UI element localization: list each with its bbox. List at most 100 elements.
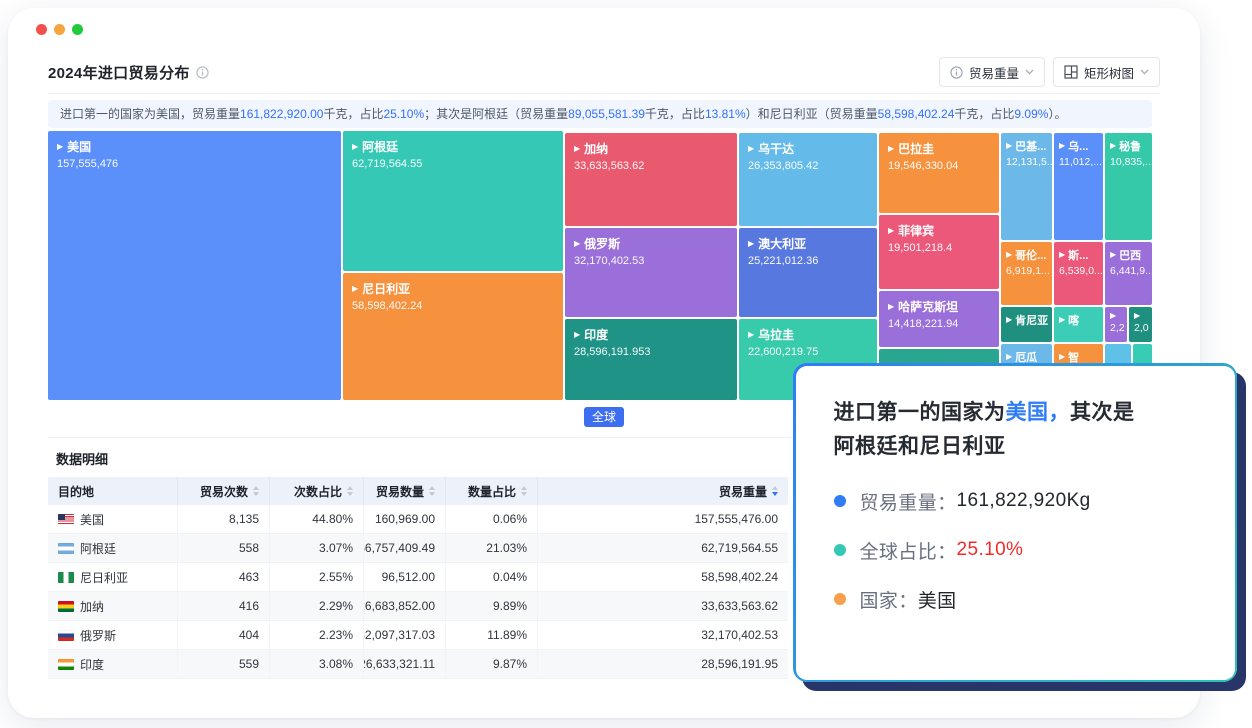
- treemap-cell-乌...[interactable]: ▶乌...11,012,...: [1054, 133, 1103, 240]
- treemap-cell-label: ▶巴拉圭: [888, 140, 990, 157]
- sort-icon: [253, 486, 259, 496]
- table-row-俄罗斯: 俄罗斯4042.23%32,097,317.0311.89%32,170,402…: [48, 621, 788, 650]
- treemap-cell-加纳[interactable]: ▶加纳33,633,563.62: [565, 133, 737, 226]
- treemap-cell-哈萨克斯坦[interactable]: ▶哈萨克斯坦14,418,221.94: [879, 291, 999, 347]
- treemap-cell-俄罗斯[interactable]: ▶俄罗斯32,170,402.53: [565, 228, 737, 317]
- treemap-cell-印度[interactable]: ▶印度28,596,191.953: [565, 319, 737, 400]
- country-name: 菲律宾: [898, 222, 934, 239]
- country-name: 乌拉圭: [758, 326, 794, 343]
- treemap-cell-value: 19,501,218.4: [888, 242, 990, 254]
- expand-arrow-icon: ▶: [1134, 312, 1140, 320]
- country-name: 喀: [1068, 312, 1079, 328]
- country-name: 尼日利亚: [362, 280, 410, 297]
- treemap-cell-label: ▶乌拉圭: [748, 326, 868, 343]
- tooltip-card: 进口第一的国家为美国，其次是阿根廷和尼日利亚 贸易重量：161,822,920K…: [793, 363, 1237, 682]
- treemap-cell-value: 10,835,...: [1110, 156, 1147, 168]
- treemap-cell-菲律宾[interactable]: ▶ 菲律宾 19,501,218.4: [879, 215, 999, 289]
- treemap-cell-乌干达[interactable]: ▶乌干达26,353,805.42: [739, 133, 877, 226]
- treemap-cell-label: ▶肯尼亚: [1006, 312, 1047, 328]
- sort-asc-arrow: [253, 486, 259, 490]
- info-icon[interactable]: [196, 66, 209, 79]
- treemap-cell-阿根廷[interactable]: ▶阿根廷62,719,564.55: [343, 131, 563, 271]
- treemap-cell-斯...[interactable]: ▶斯...6,539,0...: [1054, 242, 1103, 305]
- tooltip-item-label: 国家：: [860, 586, 918, 613]
- tooltip-item: 全球占比：25.10%: [834, 537, 1197, 564]
- sort-desc-arrow: [772, 492, 778, 496]
- flag-gh-icon: [58, 601, 74, 612]
- country-name: 巴基...: [1015, 138, 1046, 154]
- treemap-cell-label: ▶秘鲁: [1110, 138, 1147, 154]
- country-cell: 尼日利亚: [48, 563, 178, 591]
- treemap-cell-巴基...[interactable]: ▶巴基...12,131,5...: [1001, 133, 1052, 240]
- sort-icon: [429, 486, 435, 496]
- bullet-dot-icon: [834, 593, 846, 605]
- expand-arrow-icon: ▶: [1059, 142, 1065, 150]
- country-name: 乌...: [1068, 138, 1088, 154]
- table-row-尼日利亚: 尼日利亚4632.55%96,512.000.04%58,598,402.24: [48, 563, 788, 592]
- summary-highlight: 89,055,581.39: [568, 107, 645, 121]
- treemap-cell[interactable]: ▶2,2: [1105, 307, 1127, 342]
- table-body: 美国8,13544.80%160,969.000.06%157,555,476.…: [48, 505, 788, 679]
- column-header-次数占比[interactable]: 次数占比: [270, 477, 364, 505]
- treemap-cell-巴拉圭[interactable]: ▶巴拉圭 19,546,330.04: [879, 133, 999, 213]
- country-name: 阿根廷: [80, 540, 116, 557]
- expand-arrow-icon: ▶: [57, 143, 63, 151]
- treemap-cell-美国[interactable]: ▶美国157,555,476: [48, 131, 341, 400]
- table-cell: 559: [178, 650, 270, 678]
- sort-desc-arrow: [253, 492, 259, 496]
- treemap-cell-澳大利亚[interactable]: ▶澳大利亚25,221,012.36: [739, 228, 877, 317]
- sort-desc-arrow: [429, 492, 435, 496]
- treemap-cell-label: ▶俄罗斯: [574, 235, 728, 252]
- sort-asc-arrow: [521, 486, 527, 490]
- country-name: 阿根廷: [362, 138, 398, 155]
- tooltip-item-label: 全球占比：: [860, 537, 957, 564]
- treemap-cell-label: ▶加纳: [574, 140, 728, 157]
- country-cell: 俄罗斯: [48, 621, 178, 649]
- minimize-window-button[interactable]: [54, 24, 65, 35]
- chart-type-select[interactable]: 矩形树图: [1053, 57, 1160, 87]
- column-label: 目的地: [58, 483, 94, 500]
- flag-us-icon: [58, 514, 74, 525]
- country-cell: 美国: [48, 505, 178, 533]
- table-row-美国: 美国8,13544.80%160,969.000.06%157,555,476.…: [48, 505, 788, 534]
- table-cell: 11.89%: [446, 621, 538, 649]
- sort-icon: [521, 486, 527, 496]
- treemap-cell-喀[interactable]: ▶喀: [1054, 307, 1103, 342]
- table-row-阿根廷: 阿根廷5583.07%56,757,409.4921.03%62,719,564…: [48, 534, 788, 563]
- column-header-贸易重量[interactable]: 贸易重量: [538, 477, 788, 505]
- breadcrumb-root[interactable]: 全球: [584, 407, 624, 427]
- table-cell: 32,097,317.03: [364, 621, 446, 649]
- treemap-cell-肯尼亚[interactable]: ▶肯尼亚: [1001, 307, 1052, 342]
- table-cell: 416: [178, 592, 270, 620]
- country-cell: 加纳: [48, 592, 178, 620]
- treemap-cell-尼日利亚[interactable]: ▶尼日利亚 58,598,402.24: [343, 273, 563, 400]
- maximize-window-button[interactable]: [72, 24, 83, 35]
- column-header-贸易次数[interactable]: 贸易次数: [178, 477, 270, 505]
- country-name: 巴拉圭: [898, 140, 934, 157]
- treemap-cell-label: ▶乌干达: [748, 140, 868, 157]
- table-header-row: 目的地 贸易次数次数占比贸易数量数量占比贸易重量: [48, 477, 788, 505]
- treemap-cell-value: 19,546,330.04: [888, 160, 990, 172]
- treemap-cell-秘鲁[interactable]: ▶秘鲁 10,835,...: [1105, 133, 1152, 240]
- column-header-贸易数量[interactable]: 贸易数量: [364, 477, 446, 505]
- column-header-数量占比[interactable]: 数量占比: [446, 477, 538, 505]
- country-name: 加纳: [80, 598, 104, 615]
- treemap-cell-value: 14,418,221.94: [888, 318, 990, 330]
- treemap-cell-label: ▶巴西: [1110, 247, 1147, 263]
- tooltip-item-value: 161,822,920Kg: [957, 490, 1091, 512]
- treemap-cell-value: 58,598,402.24: [352, 300, 554, 312]
- treemap-cell-label: ▶: [1110, 312, 1122, 320]
- treemap-cell[interactable]: ▶2,0: [1129, 307, 1152, 342]
- country-name: 斯...: [1068, 247, 1088, 263]
- treemap-cell-哥伦...[interactable]: ▶哥伦...6,919,1...: [1001, 242, 1052, 305]
- treemap-cell-label: ▶ 菲律宾: [888, 222, 990, 239]
- treemap-icon: [1064, 65, 1078, 79]
- close-window-button[interactable]: [36, 24, 47, 35]
- country-name: 美国: [80, 511, 104, 528]
- treemap-cell-label: ▶尼日利亚: [352, 280, 554, 297]
- text-segment: 进口第一的国家为: [834, 401, 1006, 424]
- treemap-cell-巴西[interactable]: ▶巴西6,441,9...: [1105, 242, 1152, 305]
- metric-select[interactable]: 贸易重量: [939, 57, 1045, 87]
- expand-arrow-icon: ▶: [888, 227, 894, 235]
- table-cell: 26,633,321.11: [364, 650, 446, 678]
